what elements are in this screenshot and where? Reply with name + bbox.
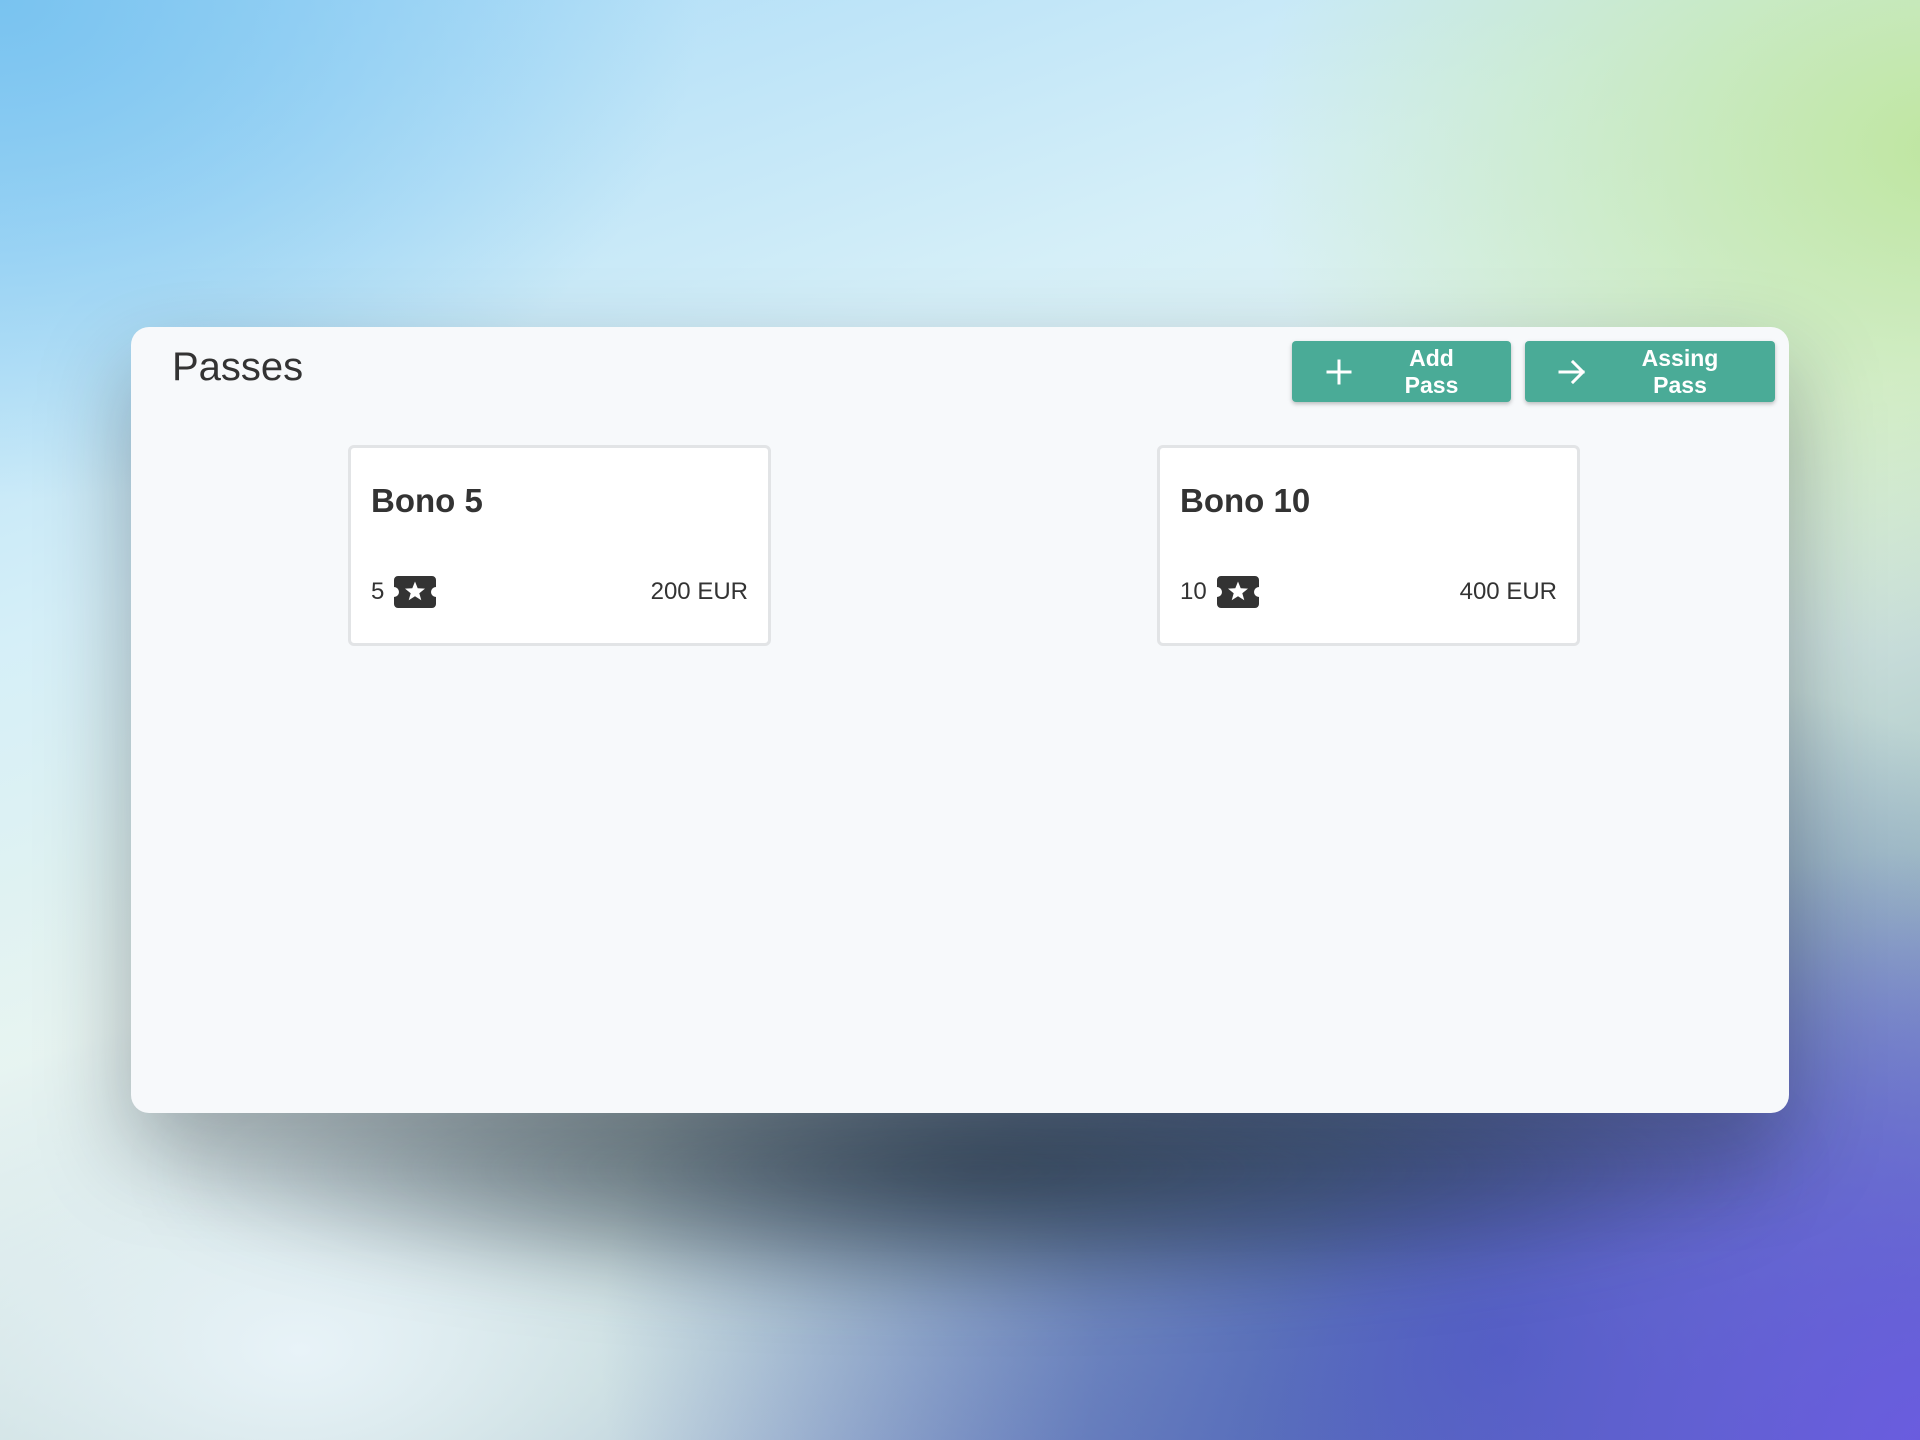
ticket-star-icon xyxy=(1216,576,1259,608)
pass-name: Bono 5 xyxy=(371,482,483,519)
pass-uses: 5 xyxy=(371,576,437,608)
plus-icon xyxy=(1324,357,1354,387)
pass-price: 200 EUR xyxy=(650,578,748,605)
pass-card[interactable]: Bono 5 5 200 EUR xyxy=(348,445,771,646)
assign-pass-button[interactable]: Assing Pass xyxy=(1525,341,1775,402)
pass-card-footer: 5 200 EUR xyxy=(371,576,748,608)
pass-uses: 10 xyxy=(1180,576,1259,608)
ticket-star-icon xyxy=(394,576,437,608)
pass-uses-count: 5 xyxy=(371,578,385,605)
pass-uses-count: 10 xyxy=(1180,578,1207,605)
page-title: Passes xyxy=(172,345,304,389)
add-pass-button[interactable]: Add Pass xyxy=(1292,341,1511,402)
pass-card[interactable]: Bono 10 10 400 EUR xyxy=(1157,445,1580,646)
add-pass-label: Add Pass xyxy=(1404,344,1459,398)
assign-pass-label: Assing Pass xyxy=(1641,344,1719,398)
pass-name: Bono 10 xyxy=(1180,482,1311,519)
toolbar: Add Pass Assing Pass xyxy=(1292,341,1775,402)
pass-price: 400 EUR xyxy=(1459,578,1557,605)
arrow-right-icon xyxy=(1557,357,1587,387)
pass-card-footer: 10 400 EUR xyxy=(1180,576,1557,608)
passes-window: Passes Add Pass Assing Pass Bono 5 5 200… xyxy=(131,327,1789,1113)
